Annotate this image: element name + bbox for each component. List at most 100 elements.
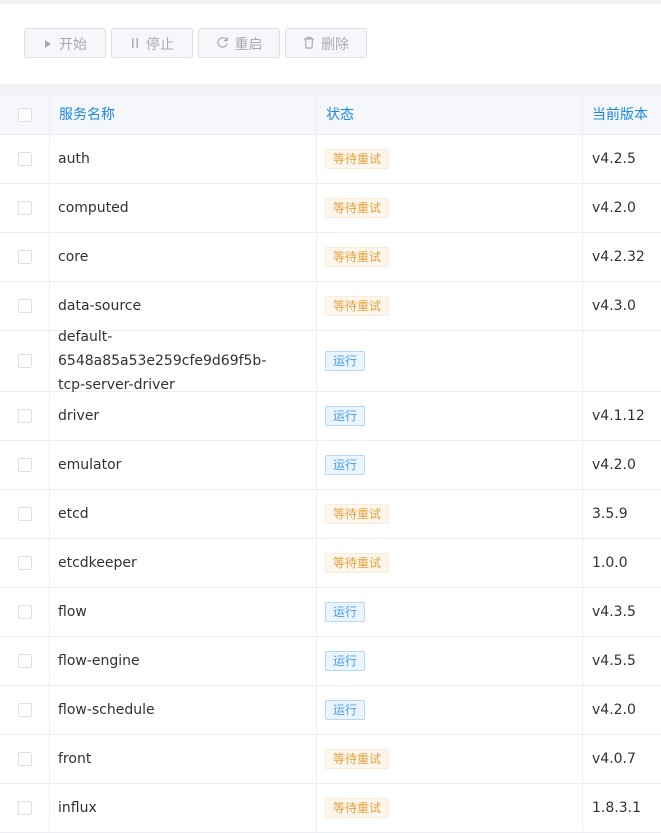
table-row[interactable]: data-source 等待重试 v4.3.0 [0, 282, 661, 331]
table-body: auth 等待重试 v4.2.5 computed 等待重试 v4.2.0 core 等待重试… [0, 135, 661, 833]
status-badge: 运行 [325, 455, 366, 475]
version-text: v4.1.12 [592, 408, 645, 424]
service-name-cell: emulator [50, 441, 317, 489]
row-checkbox[interactable] [17, 201, 32, 215]
service-name: auth [58, 151, 90, 167]
row-checkbox-cell [0, 588, 50, 636]
row-checkbox[interactable] [17, 354, 32, 368]
row-checkbox[interactable] [17, 556, 32, 570]
row-checkbox-cell [0, 233, 50, 281]
column-header-version[interactable]: 当前版本 [583, 96, 661, 134]
row-checkbox[interactable] [17, 654, 32, 668]
table-row[interactable]: influx 等待重试 1.8.3.1 [0, 784, 661, 833]
row-checkbox-cell [0, 686, 50, 734]
row-checkbox[interactable] [17, 250, 32, 264]
status-cell: 运行 [317, 588, 583, 636]
row-checkbox[interactable] [17, 507, 32, 521]
stop-button[interactable]: 停止 [111, 28, 193, 58]
table-row[interactable]: driver 运行 v4.1.12 [0, 392, 661, 441]
row-checkbox[interactable] [17, 458, 32, 472]
service-name-cell: influx [50, 784, 317, 832]
delete-button[interactable]: 删除 [285, 28, 367, 58]
restart-button[interactable]: 重启 [198, 28, 280, 58]
table-row[interactable]: front 等待重试 v4.0.7 [0, 735, 661, 784]
status-badge: 等待重试 [325, 296, 390, 316]
service-name: emulator [58, 457, 122, 473]
table-row[interactable]: emulator 运行 v4.2.0 [0, 441, 661, 490]
start-button[interactable]: 开始 [24, 28, 106, 58]
table-row[interactable]: default-6548a85a53e259cfe9d69f5b-tcp-ser… [0, 329, 661, 393]
status-cell: 运行 [317, 392, 583, 440]
toolbar: 开始 停止 重启 删除 [0, 4, 661, 84]
service-name-cell: flow [50, 588, 317, 636]
trash-icon [303, 30, 315, 60]
table-row[interactable]: auth 等待重试 v4.2.5 [0, 135, 661, 184]
row-checkbox-cell [0, 539, 50, 587]
status-badge: 等待重试 [325, 504, 390, 524]
table-row[interactable]: etcd 等待重试 3.5.9 [0, 490, 661, 539]
restart-button-label: 重启 [234, 37, 263, 53]
version-cell: v4.0.7 [583, 735, 661, 783]
version-cell: v4.2.0 [583, 184, 661, 232]
row-checkbox[interactable] [17, 299, 32, 313]
version-cell: v4.5.5 [583, 637, 661, 685]
table-row[interactable]: core 等待重试 v4.2.32 [0, 233, 661, 282]
status-cell: 等待重试 [317, 490, 583, 538]
service-name-cell: data-source [50, 282, 317, 330]
row-checkbox[interactable] [17, 703, 32, 717]
column-header-service-name[interactable]: 服务名称 [50, 96, 317, 134]
stop-button-label: 停止 [146, 37, 174, 53]
status-cell: 等待重试 [317, 539, 583, 587]
row-checkbox-cell [0, 135, 50, 183]
table-row[interactable]: flow 运行 v4.3.5 [0, 588, 661, 637]
status-cell: 等待重试 [317, 735, 583, 783]
service-name-cell: driver [50, 392, 317, 440]
row-checkbox[interactable] [17, 152, 32, 166]
version-text: v4.5.5 [592, 653, 636, 669]
select-all-checkbox[interactable] [17, 108, 32, 122]
version-text: v4.3.0 [592, 298, 636, 314]
status-badge: 等待重试 [325, 198, 390, 218]
service-name: influx [58, 800, 97, 816]
status-cell: 等待重试 [317, 282, 583, 330]
version-cell: 1.0.0 [583, 539, 661, 587]
version-cell: v4.2.5 [583, 135, 661, 183]
status-badge: 运行 [325, 700, 366, 720]
table-header: 服务名称 状态 当前版本 [0, 96, 661, 135]
table-row[interactable]: flow-schedule 运行 v4.2.0 [0, 686, 661, 735]
version-cell: 3.5.9 [583, 490, 661, 538]
row-checkbox[interactable] [17, 801, 32, 815]
table-row[interactable]: etcdkeeper 等待重试 1.0.0 [0, 539, 661, 588]
service-name: flow-schedule [58, 702, 155, 718]
status-cell: 运行 [317, 686, 583, 734]
status-badge: 等待重试 [325, 749, 390, 769]
status-cell: 等待重试 [317, 184, 583, 232]
column-header-status[interactable]: 状态 [317, 96, 583, 134]
row-checkbox-cell [0, 441, 50, 489]
table-row[interactable]: flow-engine 运行 v4.5.5 [0, 637, 661, 686]
section-gap [0, 84, 661, 96]
status-cell: 运行 [317, 331, 583, 391]
service-name-cell: core [50, 233, 317, 281]
row-checkbox[interactable] [17, 605, 32, 619]
table-row[interactable]: computed 等待重试 v4.2.0 [0, 184, 661, 233]
service-name-cell: flow-schedule [50, 686, 317, 734]
service-name-cell: etcd [50, 490, 317, 538]
row-checkbox[interactable] [17, 409, 32, 423]
service-name: computed [58, 200, 129, 216]
service-name: core [58, 249, 89, 265]
pause-icon [130, 30, 140, 60]
version-cell: v4.2.0 [583, 441, 661, 489]
service-name: data-source [58, 298, 142, 314]
status-cell: 等待重试 [317, 135, 583, 183]
row-checkbox[interactable] [17, 752, 32, 766]
version-text: 1.8.3.1 [592, 800, 641, 816]
status-cell: 运行 [317, 637, 583, 685]
row-checkbox-cell [0, 784, 50, 832]
status-badge: 等待重试 [325, 553, 390, 573]
version-text: v4.2.0 [592, 200, 636, 216]
service-name-cell: computed [50, 184, 317, 232]
delete-button-label: 删除 [321, 37, 349, 53]
version-text: v4.2.5 [592, 151, 636, 167]
version-text: v4.3.5 [592, 604, 636, 620]
